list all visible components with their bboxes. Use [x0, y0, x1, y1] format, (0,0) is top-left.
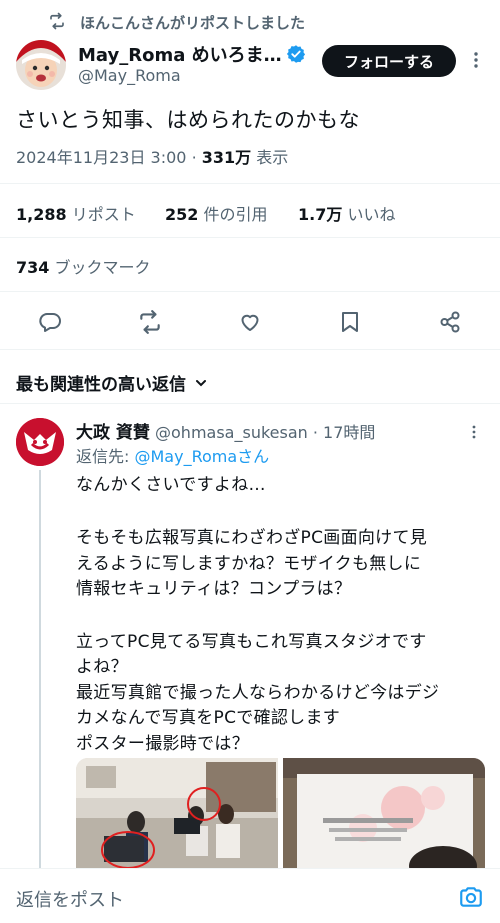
author-name-text[interactable]: May_Roma めいろま… — [78, 41, 282, 67]
reply-sort-label: 最も関連性の高い返信 — [16, 375, 186, 395]
reply-icon[interactable] — [36, 308, 64, 336]
reply-to: 返信先: @May_Romaさん — [76, 443, 269, 467]
divider — [0, 237, 500, 238]
likes-count: 1.7万 — [298, 205, 343, 224]
bookmark-icon[interactable] — [336, 308, 364, 336]
quotes-count: 252 — [165, 205, 199, 224]
quotes-stat[interactable]: 252 件の引用 — [165, 201, 268, 225]
reply-text-line: カメなんで写真をPCで確認します — [76, 708, 341, 728]
author-handle[interactable]: @May_Roma — [78, 66, 181, 85]
divider — [0, 349, 500, 350]
chevron-down-icon — [194, 376, 208, 390]
repost-text[interactable]: ほんこんさんがリポストしました — [80, 12, 305, 33]
like-icon[interactable] — [236, 308, 264, 336]
more-options-icon[interactable] — [466, 50, 486, 70]
reply-avatar[interactable] — [16, 418, 64, 466]
quotes-label: 件の引用 — [203, 205, 268, 224]
tweet-views-label: 表示 — [256, 148, 289, 167]
reply-input[interactable]: 返信をポスト — [16, 886, 124, 912]
reply-more-options-icon[interactable] — [466, 424, 482, 440]
reply-time[interactable]: 17時間 — [323, 423, 375, 442]
follow-button[interactable]: フォローする — [322, 45, 456, 77]
reply-text-line: そもそも広報写真にわざわざPC画面向けて見 — [76, 528, 428, 548]
reply-author-name[interactable]: 大政 資賛 — [76, 423, 150, 443]
bookmarks-count: 734 — [16, 258, 50, 277]
tweet-meta: 2024年11月23日 3:00 · 331万 表示 — [16, 144, 288, 168]
reply-separator: · — [312, 423, 324, 442]
meta-separator: · — [191, 148, 202, 167]
reposts-stat[interactable]: 1,288 リポスト — [16, 201, 136, 225]
likes-stat[interactable]: 1.7万 いいね — [298, 201, 395, 225]
reply-to-user-link[interactable]: @May_Romaさん — [135, 447, 270, 466]
tweet-views-count: 331万 — [201, 148, 252, 167]
thread-line — [39, 470, 41, 870]
repost-icon — [48, 12, 66, 30]
share-icon[interactable] — [436, 308, 464, 336]
reply-text-line: よね？ — [76, 657, 128, 677]
author-name[interactable]: May_Roma めいろま… — [78, 41, 306, 67]
reply-header: 大政 資賛 @ohmasa_sukesan · 17時間 — [76, 418, 375, 443]
tweet-datetime[interactable]: 2024年11月23日 3:00 — [16, 148, 186, 167]
reply-text-line: 情報セキュリティは？コンプラは？ — [76, 579, 352, 599]
reply-to-label: 返信先: — [76, 447, 130, 466]
reply-text-line: 最近写真館で撮った人ならわかるけど今はデジ — [76, 683, 440, 703]
verified-badge-icon — [286, 44, 306, 64]
reply-sort-selector[interactable]: 最も関連性の高い返信 — [16, 370, 208, 395]
reply-author-handle[interactable]: @ohmasa_sukesan — [155, 423, 308, 442]
reply-text-line: 立ってPC見てる写真もこれ写真スタジオです — [76, 632, 427, 652]
tweet-text: さいとう知事、はめられたのかもな — [16, 108, 360, 132]
reply-text-line: なんかくさいですよね… — [76, 475, 266, 495]
reply-text-line: ポスター撮影時では？ — [76, 734, 249, 754]
divider — [0, 403, 500, 404]
reply-text-line: えるように写しますかね？モザイクも無しに — [76, 554, 422, 574]
repost-action-icon[interactable] — [136, 308, 164, 336]
reply-media-image-2[interactable] — [283, 758, 485, 870]
bookmarks-stat[interactable]: 734 ブックマーク — [16, 254, 151, 278]
author-avatar[interactable] — [16, 40, 66, 90]
reply-media-image-1[interactable] — [76, 758, 278, 870]
divider — [0, 291, 500, 292]
divider — [0, 183, 500, 184]
camera-icon[interactable] — [458, 884, 484, 910]
reposts-count: 1,288 — [16, 205, 67, 224]
bookmarks-label: ブックマーク — [54, 258, 151, 277]
reposts-label: リポスト — [71, 205, 136, 224]
likes-label: いいね — [347, 205, 396, 224]
